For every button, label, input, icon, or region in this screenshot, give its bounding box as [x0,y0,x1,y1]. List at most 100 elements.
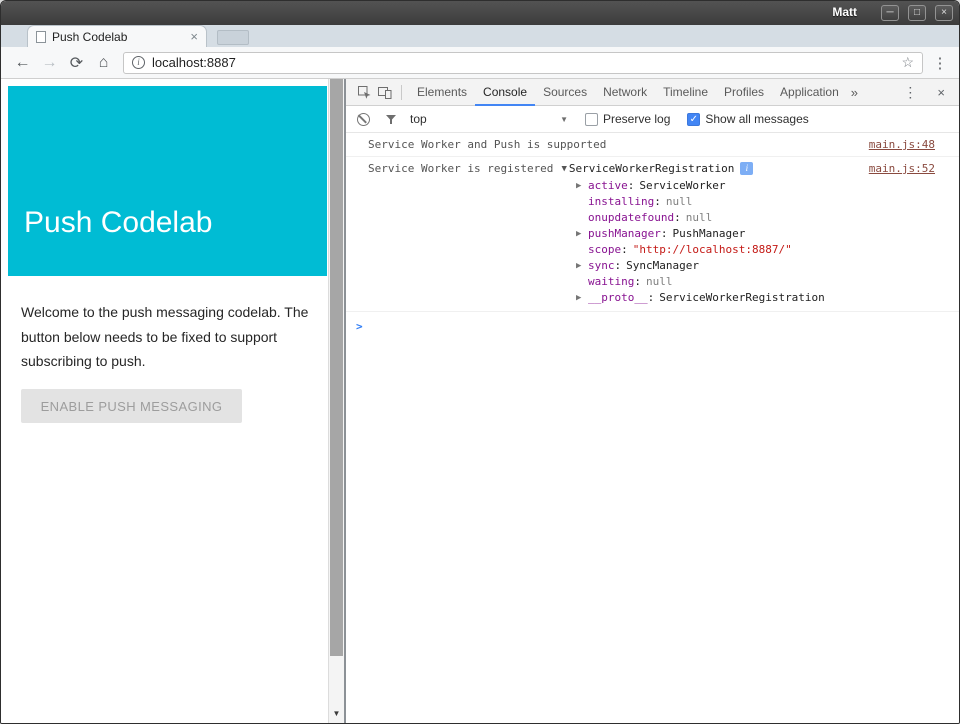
site-info-icon[interactable]: i [132,56,145,69]
console-message: Service Worker and Push is supported mai… [346,133,959,157]
page-paragraph: Welcome to the push messaging codelab. T… [21,300,319,374]
tab-console[interactable]: Console [475,79,535,106]
clear-console-icon[interactable] [357,113,370,126]
tab-strip: Push Codelab × [1,25,959,47]
console-message: Service Worker is registered ▼ ServiceWo… [346,157,959,312]
reload-button[interactable]: ⟳ [63,53,90,73]
object-property-tree: ▶ active : ServiceWorker installing : nu… [576,175,935,306]
forward-button[interactable]: → [36,54,63,72]
maximize-button[interactable]: □ [908,5,926,21]
property-name: onupdatefound [588,210,674,226]
property-name: __proto__ [588,290,648,306]
property-name: sync [588,258,615,274]
window-controls: ─ □ × [881,5,953,21]
property-value: ServiceWorker [639,178,725,194]
property-separator: : [628,178,635,194]
property-row: onupdatefound : null [576,210,935,226]
property-separator: : [654,194,661,210]
property-separator: : [674,210,681,226]
execution-context-select[interactable]: top ▼ [410,112,568,126]
property-value: PushManager [672,226,745,242]
browser-menu-icon[interactable]: ⋮ [929,54,951,72]
devtools-panel: Elements Console Sources Network Timelin… [346,79,959,723]
property-separator: : [661,226,668,242]
tab-close-icon[interactable]: × [190,30,198,43]
more-tabs-icon[interactable]: » [847,85,862,100]
tab-network[interactable]: Network [595,79,655,106]
property-row: ▶ __proto__ : ServiceWorkerRegistration [576,290,935,306]
expand-triangle-icon[interactable]: ▶ [576,226,588,242]
expand-triangle-icon[interactable]: ▶ [576,178,588,194]
property-value: null [646,274,673,290]
minimize-button[interactable]: ─ [881,5,899,21]
property-value: null [686,210,713,226]
url-text[interactable]: localhost:8887 [152,55,901,70]
devtools-tabbar: Elements Console Sources Network Timelin… [346,79,959,106]
scrollbar-thumb[interactable] [330,79,343,656]
property-separator: : [621,242,628,258]
back-button[interactable]: ← [9,54,36,72]
browser-tab[interactable]: Push Codelab × [27,25,207,47]
tab-sources[interactable]: Sources [535,79,595,106]
browser-toolbar: ← → ⟳ ⌂ i localhost:8887 ☆ ⋮ [1,47,959,79]
property-name: active [588,178,628,194]
checkbox-checked[interactable]: ✓ [687,113,700,126]
property-value: null [666,194,693,210]
property-name: installing [588,194,654,210]
prompt-chevron-icon: > [356,320,363,333]
tab-elements[interactable]: Elements [409,79,475,106]
collapse-triangle-icon[interactable]: ▼ [561,164,566,174]
enable-push-button[interactable]: ENABLE PUSH MESSAGING [21,389,242,423]
source-link[interactable]: main.js:52 [869,162,935,175]
page-icon [36,31,46,43]
os-titlebar[interactable]: Matt ─ □ × [1,1,959,25]
property-separator: : [634,274,641,290]
property-value: SyncManager [626,258,699,274]
device-toolbar-icon[interactable] [377,84,393,100]
property-name: scope [588,242,621,258]
bookmark-star-icon[interactable]: ☆ [901,54,914,71]
address-bar[interactable]: i localhost:8887 ☆ [123,52,923,74]
titlebar-user-label: Matt [832,5,857,19]
tab-profiles[interactable]: Profiles [716,79,772,106]
console-prompt[interactable]: > [346,312,959,333]
preserve-log-label: Preserve log [603,112,670,126]
chevron-down-icon: ▼ [560,115,568,124]
source-link[interactable]: main.js:48 [869,138,935,151]
property-row: ▶ sync : SyncManager [576,258,935,274]
message-text: Service Worker is registered [368,162,553,175]
message-text: Service Worker and Push is supported [368,138,606,151]
property-row: ▶ pushManager : PushManager [576,226,935,242]
show-all-messages-checkbox[interactable]: ✓ Show all messages [687,112,808,126]
close-window-button[interactable]: × [935,5,953,21]
page-scrollbar[interactable]: ▼ [328,79,344,723]
console-toolbar: top ▼ Preserve log ✓ Show all messages [346,106,959,133]
content-area: Push Codelab Welcome to the push messagi… [1,79,959,723]
property-row: ▶ active : ServiceWorker [576,178,935,194]
devtools-close-icon[interactable]: × [929,85,953,100]
scrollbar-down-icon[interactable]: ▼ [329,706,344,722]
object-class-name[interactable]: ServiceWorkerRegistration [569,162,735,175]
property-name: pushManager [588,226,661,242]
inspect-element-icon[interactable] [356,84,372,100]
expand-triangle-icon[interactable]: ▶ [576,258,588,274]
show-all-messages-label: Show all messages [705,112,808,126]
tab-application[interactable]: Application [772,79,847,106]
property-name: waiting [588,274,634,290]
filter-icon[interactable] [385,114,397,125]
tab-title: Push Codelab [52,30,190,44]
browser-window: Matt ─ □ × Push Codelab × ← → ⟳ ⌂ i loca… [0,0,960,724]
tab-timeline[interactable]: Timeline [655,79,716,106]
preserve-log-checkbox[interactable]: Preserve log [585,112,670,126]
devtools-menu-icon[interactable]: ⋮ [891,84,929,101]
property-row: installing : null [576,194,935,210]
toolbar-divider [401,85,402,100]
home-button[interactable]: ⌂ [90,54,117,72]
property-separator: : [615,258,622,274]
object-info-icon[interactable]: i [740,162,753,175]
page-header: Push Codelab [8,86,327,276]
new-tab-button[interactable] [217,30,249,45]
property-value: ServiceWorkerRegistration [659,290,825,306]
checkbox-unchecked[interactable] [585,113,598,126]
expand-triangle-icon[interactable]: ▶ [576,290,588,306]
